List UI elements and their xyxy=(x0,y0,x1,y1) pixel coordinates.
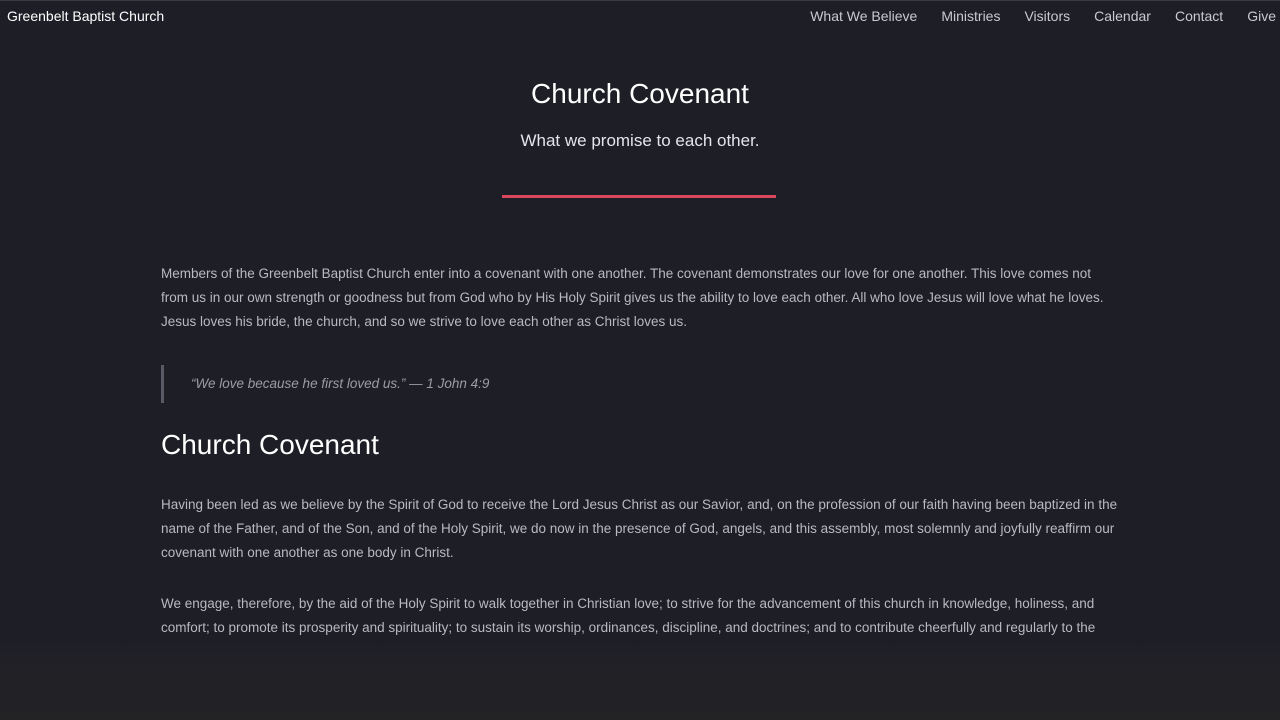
bottom-background-fade xyxy=(0,640,1280,720)
nav-links: What We Believe Ministries Visitors Cale… xyxy=(786,8,1276,24)
intro-paragraph: Members of the Greenbelt Baptist Church … xyxy=(161,266,1104,329)
nav-link-visitors[interactable]: Visitors xyxy=(1024,8,1070,24)
brand-link[interactable]: Greenbelt Baptist Church xyxy=(7,8,164,24)
page: Greenbelt Baptist Church What We Believe… xyxy=(0,0,1280,720)
covenant-paragraph: Having been led as we believe by the Spi… xyxy=(161,497,1118,560)
section-title: Church Covenant xyxy=(161,429,379,460)
covenant-paragraph: We engage, therefore, by the aid of the … xyxy=(161,596,1096,635)
nav-link-give[interactable]: Give xyxy=(1247,8,1276,24)
nav-link-ministries[interactable]: Ministries xyxy=(941,8,1000,24)
accent-divider xyxy=(502,195,776,198)
page-title: Church Covenant xyxy=(531,78,749,109)
navbar: Greenbelt Baptist Church What We Believe… xyxy=(0,0,1280,34)
nav-link-contact[interactable]: Contact xyxy=(1175,8,1223,24)
main-content: Members of the Greenbelt Baptist Church … xyxy=(161,262,1121,640)
page-subtitle: What we promise to each other. xyxy=(520,131,760,150)
nav-link-what-we-believe[interactable]: What We Believe xyxy=(810,8,917,24)
nav-link-calendar[interactable]: Calendar xyxy=(1094,8,1151,24)
scripture-quote: “We love because he first loved us.” — 1… xyxy=(161,365,1121,403)
